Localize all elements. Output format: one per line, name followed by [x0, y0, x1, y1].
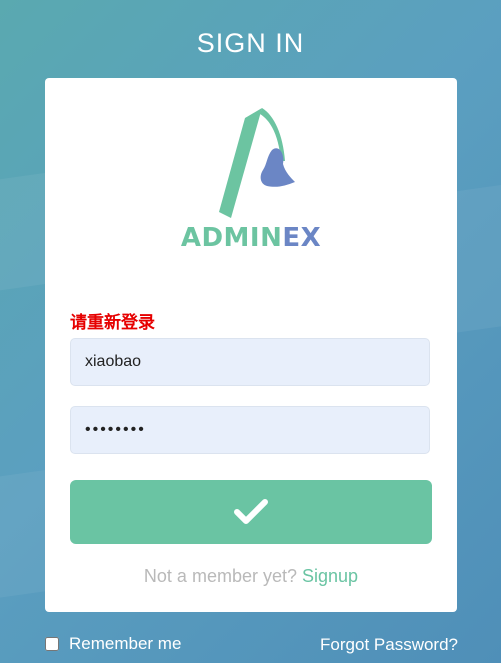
page-title: SIGN IN	[196, 28, 305, 58]
logo-wordmark-part1: ADMIN	[180, 223, 283, 253]
sign-in-button[interactable]	[70, 480, 432, 544]
logo-mark-icon	[219, 108, 295, 218]
signup-prompt: Not a member yet?	[143, 566, 297, 586]
remember-me-checkbox[interactable]	[45, 637, 59, 651]
password-input[interactable]	[70, 406, 430, 454]
error-message: 请重新登录	[70, 313, 155, 332]
forgot-password-link[interactable]: Forgot Password?	[320, 635, 458, 655]
logo-wordmark: ADMINEX	[45, 223, 457, 253]
remember-me-label: Remember me	[69, 634, 182, 653]
username-input[interactable]	[70, 338, 430, 386]
logo-wordmark-part2: EX	[282, 223, 322, 253]
background: SIGN IN ADMINEX 请重新登录 Not a member yet?	[0, 0, 501, 663]
login-card: ADMINEX 请重新登录 Not a member yet? Signup	[45, 78, 457, 612]
signup-link[interactable]: Signup	[302, 566, 358, 586]
check-icon	[234, 499, 268, 524]
signup-prompt-line: Not a member yet? Signup	[45, 566, 457, 587]
remember-me[interactable]: Remember me	[45, 634, 181, 654]
login-footer: Remember me Forgot Password?	[45, 634, 458, 658]
